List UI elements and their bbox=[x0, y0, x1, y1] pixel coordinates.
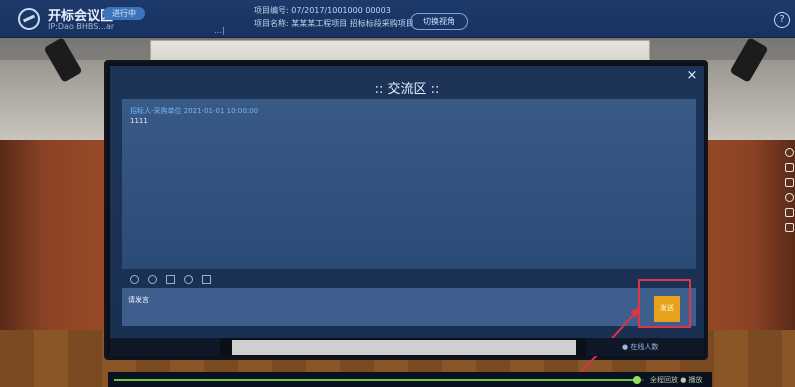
divider-mark: …| bbox=[214, 26, 225, 35]
delete-icon[interactable] bbox=[202, 275, 212, 284]
emoji-icon[interactable] bbox=[130, 275, 139, 284]
message-meta: 招标人-采购单位 2021-01-01 10:00:00 bbox=[130, 107, 259, 115]
message-text: 1111 bbox=[130, 117, 148, 125]
project-name: 项目名称: 某某某工程项目 招标标段采购项目 bbox=[254, 19, 414, 28]
chat-toolbar bbox=[130, 275, 215, 285]
history-icon[interactable] bbox=[184, 275, 194, 284]
message-input-text: 请发言 bbox=[128, 296, 149, 304]
top-bar: 开标会议区 进行中 IP:Dao BHBS...ar …| 项目编号: 07/2… bbox=[0, 0, 795, 38]
side-toolbar bbox=[783, 148, 795, 238]
side-tool-bell-icon[interactable] bbox=[785, 223, 794, 232]
help-icon[interactable]: ? bbox=[774, 12, 790, 28]
logo-icon bbox=[18, 8, 40, 30]
target-icon[interactable] bbox=[148, 275, 158, 284]
playback-bar: 全程回放 ● 播放 bbox=[108, 372, 712, 387]
playback-track[interactable] bbox=[114, 376, 644, 384]
send-highlight-box bbox=[638, 279, 691, 328]
side-tool-mail-icon[interactable] bbox=[785, 163, 794, 172]
image-icon[interactable] bbox=[166, 275, 176, 284]
upper-wall-left bbox=[0, 60, 110, 140]
bottom-panel-center bbox=[232, 340, 576, 355]
switch-view-button[interactable]: 切换视角 bbox=[410, 13, 468, 30]
side-tool-chat-icon[interactable] bbox=[785, 208, 794, 217]
side-tool-clock-icon[interactable] bbox=[785, 148, 794, 157]
chat-history[interactable]: 招标人-采购单位 2021-01-01 10:00:00 1111 bbox=[122, 99, 696, 269]
message-input[interactable]: 请发言 bbox=[122, 288, 696, 326]
online-count-label: ● 在线人数 bbox=[622, 343, 659, 351]
chat-modal: :: 交流区 :: × 招标人-采购单位 2021-01-01 10:00:00… bbox=[110, 66, 704, 338]
bottom-panel-left bbox=[110, 338, 220, 356]
playback-knob[interactable] bbox=[633, 376, 641, 384]
app-subtitle: IP:Dao BHBS...ar bbox=[48, 22, 115, 31]
modal-title: :: 交流区 :: bbox=[374, 82, 440, 97]
status-badge: 进行中 bbox=[103, 7, 145, 20]
playback-progress-fill bbox=[114, 379, 639, 381]
playback-label: 全程回放 ● 播放 bbox=[650, 376, 703, 384]
project-number: 项目编号: 07/2017/1001000 00003 bbox=[254, 6, 391, 15]
side-tool-document-icon[interactable] bbox=[785, 178, 794, 187]
close-icon[interactable]: × bbox=[685, 69, 699, 83]
side-tool-settings-icon[interactable] bbox=[785, 193, 794, 202]
